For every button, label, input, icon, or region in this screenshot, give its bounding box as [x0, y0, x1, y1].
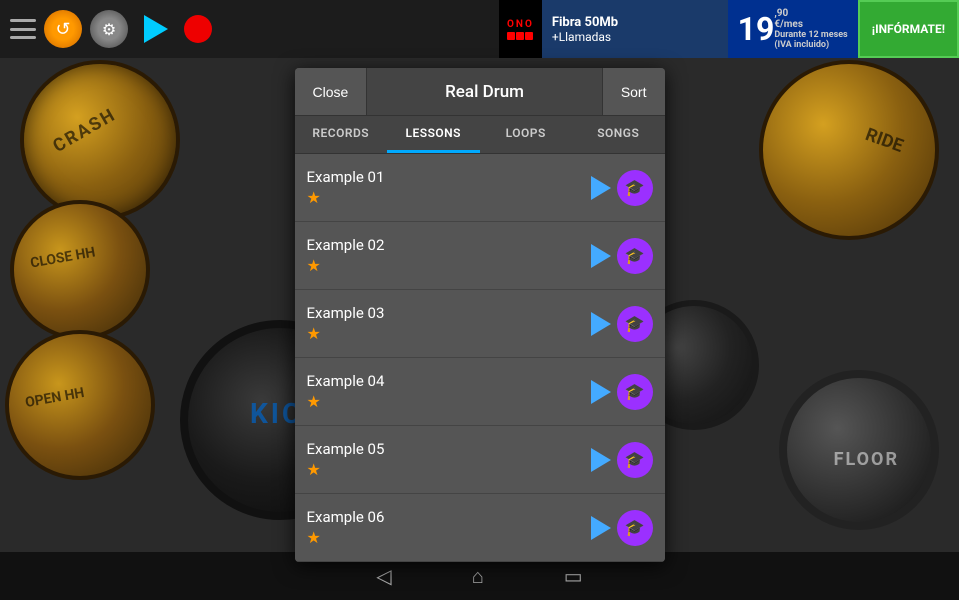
- list-item-star: ★: [307, 324, 591, 343]
- play-lesson-button[interactable]: [591, 244, 611, 268]
- list-item-star: ★: [307, 256, 591, 275]
- list-item-star: ★: [307, 460, 591, 479]
- list-item-title: Example 02: [307, 236, 591, 254]
- modal-title: Real Drum: [367, 82, 602, 102]
- ad-brand: ONO: [499, 0, 542, 58]
- list-item-actions: 🎓: [591, 442, 653, 478]
- list-item: Example 06 ★ 🎓: [295, 494, 665, 562]
- list-item-title: Example 01: [307, 168, 591, 186]
- play-lesson-button[interactable]: [591, 312, 611, 336]
- modal-header: Close Real Drum Sort: [295, 68, 665, 116]
- list-item-info: Example 05 ★: [307, 440, 591, 479]
- open-lesson-button[interactable]: 🎓: [617, 238, 653, 274]
- list-item-actions: 🎓: [591, 238, 653, 274]
- ad-price-unit: €/mes: [774, 19, 847, 30]
- tab-records[interactable]: RECORDS: [295, 116, 388, 153]
- toolbar-left: ↺ ⚙: [10, 10, 212, 48]
- settings-button[interactable]: ⚙: [90, 10, 128, 48]
- ad-cta-button[interactable]: ¡INFÓRMATE!: [858, 0, 959, 58]
- refresh-button[interactable]: ↺: [44, 10, 82, 48]
- list-item-title: Example 06: [307, 508, 591, 526]
- tab-loops[interactable]: LOOPS: [480, 116, 573, 153]
- list-item: Example 05 ★ 🎓: [295, 426, 665, 494]
- modal-overlay: Close Real Drum Sort RECORDS LESSONS LOO…: [0, 58, 959, 552]
- list-item-title: Example 05: [307, 440, 591, 458]
- ad-text: Fibra 50Mb +Llamadas: [542, 0, 728, 58]
- list-item-actions: 🎓: [591, 306, 653, 342]
- list-item-actions: 🎓: [591, 374, 653, 410]
- ad-line2: +Llamadas: [552, 30, 718, 44]
- ad-price-note1: Durante 12 meses: [774, 30, 847, 40]
- ad-price-cents: ,90: [774, 8, 847, 19]
- recent-apps-button[interactable]: ▭: [564, 564, 583, 588]
- list-item: Example 03 ★ 🎓: [295, 290, 665, 358]
- list-item-star: ★: [307, 392, 591, 411]
- list-item-actions: 🎓: [591, 510, 653, 546]
- list-item-info: Example 06 ★: [307, 508, 591, 547]
- list-item-star: ★: [307, 528, 591, 547]
- modal-tabs: RECORDS LESSONS LOOPS SONGS: [295, 116, 665, 154]
- open-lesson-button[interactable]: 🎓: [617, 442, 653, 478]
- open-lesson-button[interactable]: 🎓: [617, 306, 653, 342]
- open-lesson-button[interactable]: 🎓: [617, 170, 653, 206]
- tab-lessons[interactable]: LESSONS: [387, 116, 480, 153]
- list-item: Example 04 ★ 🎓: [295, 358, 665, 426]
- top-bar: ↺ ⚙ ONO Fibra 50Mb +Llamadas 19 ,90 €: [0, 0, 959, 58]
- play-lesson-button[interactable]: [591, 516, 611, 540]
- list-item-title: Example 04: [307, 372, 591, 390]
- ad-price: 19 ,90 €/mes Durante 12 meses (IVA inclu…: [728, 0, 858, 58]
- tab-songs[interactable]: SONGS: [572, 116, 665, 153]
- list-item-title: Example 03: [307, 304, 591, 322]
- list-item-info: Example 04 ★: [307, 372, 591, 411]
- modal-close-button[interactable]: Close: [295, 68, 368, 115]
- play-button[interactable]: [144, 15, 168, 43]
- ad-banner: ONO Fibra 50Mb +Llamadas 19 ,90 €/mes Du…: [499, 0, 959, 58]
- home-button[interactable]: ⌂: [472, 564, 484, 589]
- list-item: Example 02 ★ 🎓: [295, 222, 665, 290]
- menu-icon[interactable]: [10, 19, 36, 39]
- modal-sort-button[interactable]: Sort: [602, 68, 665, 115]
- ad-line1: Fibra 50Mb: [552, 15, 718, 30]
- list-item-info: Example 03 ★: [307, 304, 591, 343]
- ad-price-note2: (IVA incluido): [774, 40, 847, 50]
- list-item-star: ★: [307, 188, 591, 207]
- record-button[interactable]: [184, 15, 212, 43]
- real-drum-modal: Close Real Drum Sort RECORDS LESSONS LOO…: [295, 68, 665, 562]
- list-item-info: Example 01 ★: [307, 168, 591, 207]
- open-lesson-button[interactable]: 🎓: [617, 510, 653, 546]
- lesson-list: Example 01 ★ 🎓 Example 02 ★ 🎓 Example 03…: [295, 154, 665, 562]
- ad-brand-text: ONO: [507, 19, 534, 30]
- open-lesson-button[interactable]: 🎓: [617, 374, 653, 410]
- ad-price-main: 19: [738, 10, 775, 48]
- play-lesson-button[interactable]: [591, 380, 611, 404]
- back-button[interactable]: ◁: [376, 564, 391, 588]
- play-lesson-button[interactable]: [591, 448, 611, 472]
- list-item-actions: 🎓: [591, 170, 653, 206]
- play-lesson-button[interactable]: [591, 176, 611, 200]
- list-item: Example 01 ★ 🎓: [295, 154, 665, 222]
- list-item-info: Example 02 ★: [307, 236, 591, 275]
